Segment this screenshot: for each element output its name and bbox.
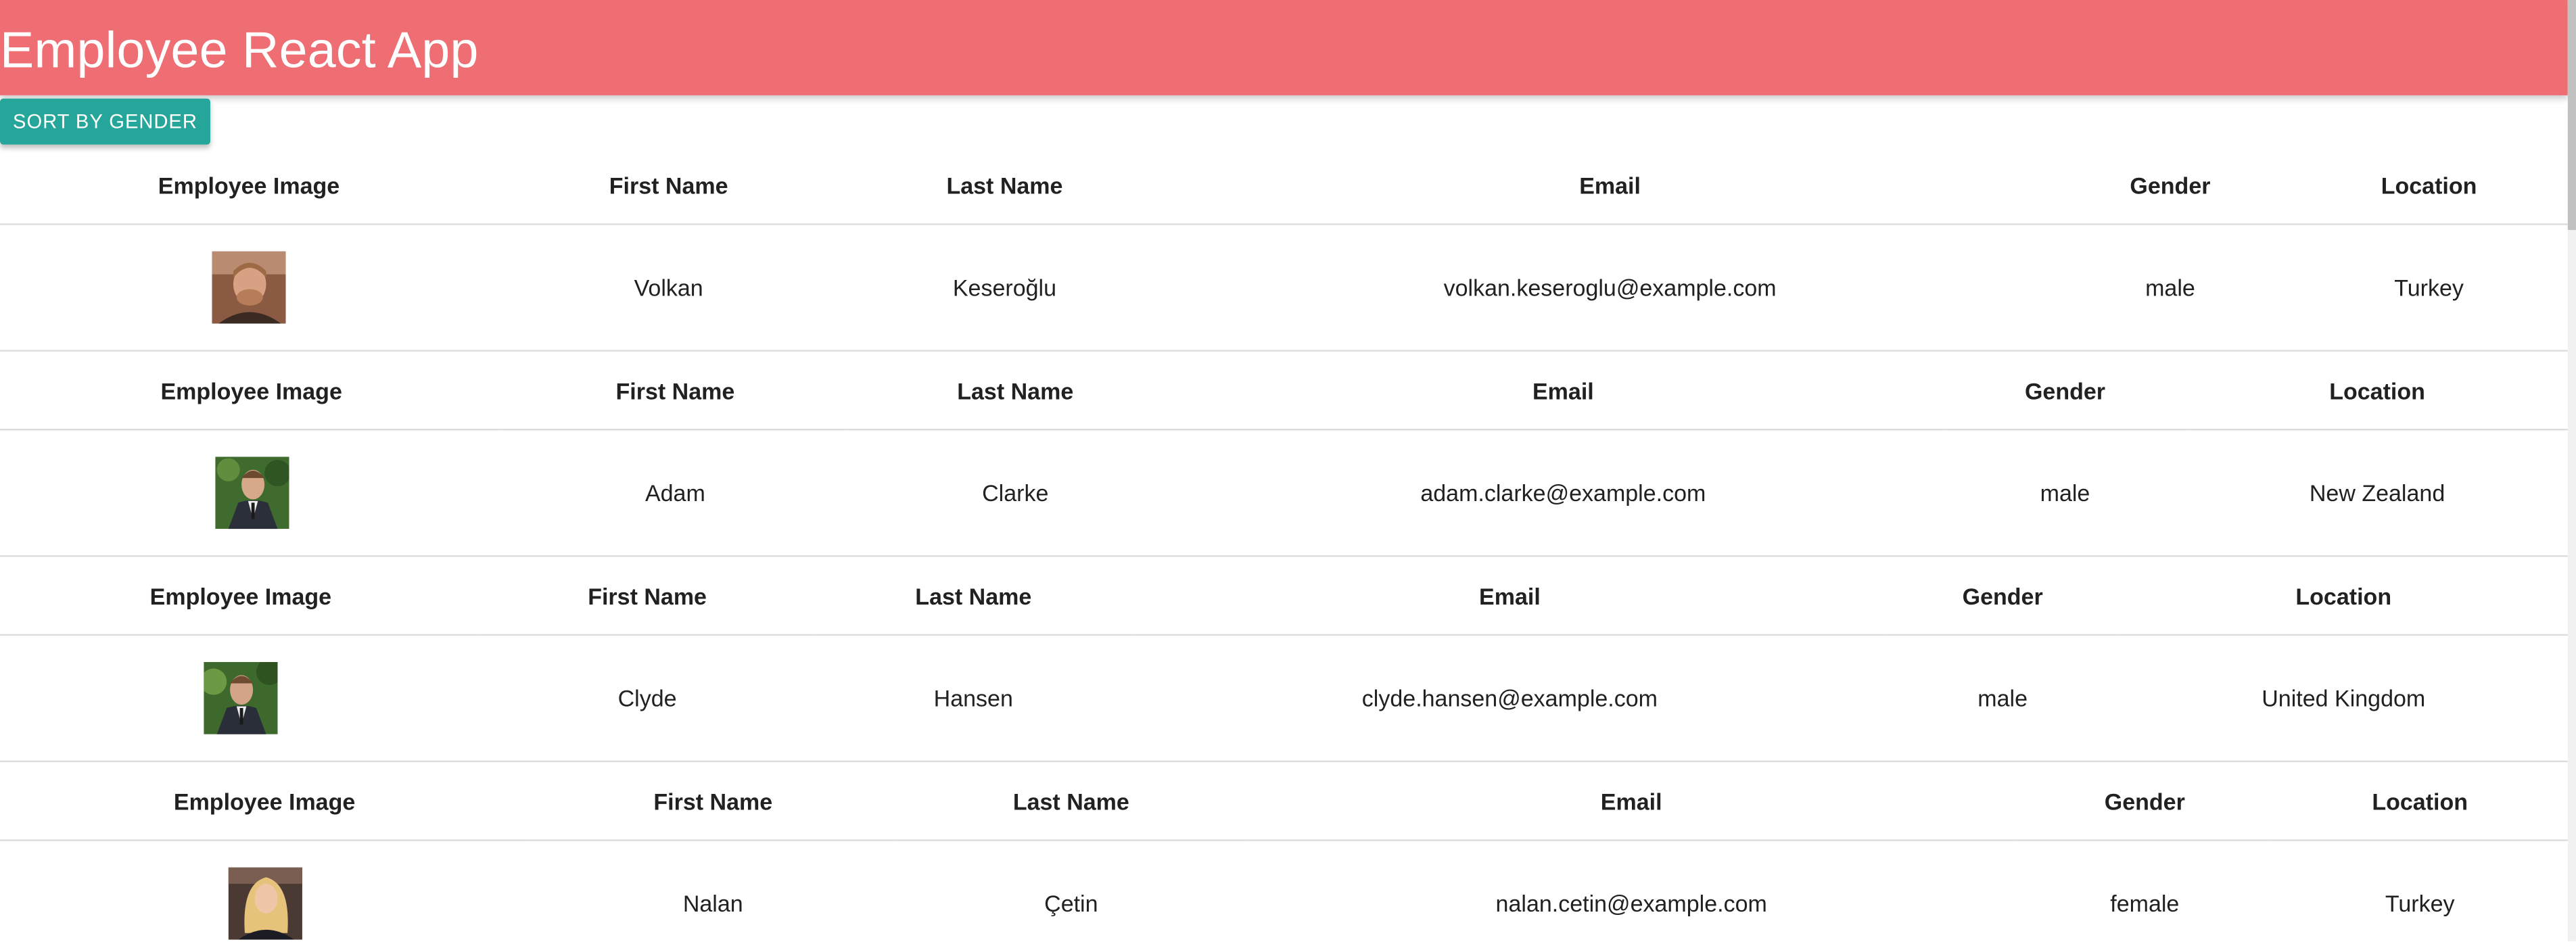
employee-image-cell	[0, 224, 498, 352]
column-header-location: Location	[2186, 351, 2568, 431]
employee-tables: Employee Image First Name Last Name Emai…	[0, 146, 2568, 941]
vertical-scrollbar[interactable]	[2567, 0, 2576, 941]
table-header-row: Employee Image First Name Last Name Emai…	[0, 557, 2568, 636]
employee-table: Employee Image First Name Last Name Emai…	[0, 557, 2568, 763]
first-name-cell: Nalan	[529, 840, 897, 941]
column-header-last-name: Last Name	[847, 351, 1184, 431]
column-header-location: Location	[2119, 557, 2568, 636]
avatar-icon	[204, 661, 278, 734]
gender-cell: male	[1943, 429, 2187, 557]
first-name-cell: Clyde	[481, 634, 814, 763]
column-header-location: Location	[2272, 762, 2568, 841]
column-header-image: Employee Image	[0, 351, 503, 431]
column-header-image: Employee Image	[0, 146, 498, 225]
column-header-gender: Gender	[2050, 146, 2291, 225]
table-header-row: Employee Image First Name Last Name Emai…	[0, 146, 2568, 225]
employee-image-cell	[0, 429, 503, 557]
first-name-cell: Volkan	[498, 224, 840, 352]
column-header-gender: Gender	[1886, 557, 2120, 636]
sort-by-gender-button[interactable]: SORT BY GENDER	[0, 98, 210, 145]
table-row: Clyde Hansen clyde.hansen@example.com ma…	[0, 634, 2568, 763]
table-header-row: Employee Image First Name Last Name Emai…	[0, 351, 2568, 431]
first-name-cell: Adam	[502, 429, 848, 557]
column-header-email: Email	[1133, 557, 1886, 636]
location-cell: Turkey	[2272, 840, 2568, 941]
email-cell: clyde.hansen@example.com	[1133, 634, 1886, 763]
employee-image-cell	[0, 634, 482, 763]
column-header-first-name: First Name	[502, 351, 848, 431]
column-header-last-name: Last Name	[897, 762, 1246, 841]
column-header-image: Employee Image	[0, 557, 482, 636]
employee-image-cell	[0, 840, 530, 941]
last-name-cell: Keseroğlu	[839, 224, 1170, 352]
last-name-cell: Clarke	[847, 429, 1184, 557]
avatar-icon	[227, 867, 302, 940]
employee-table: Employee Image First Name Last Name Emai…	[0, 762, 2568, 941]
column-header-gender: Gender	[2017, 762, 2272, 841]
column-header-first-name: First Name	[481, 557, 814, 636]
column-header-gender: Gender	[1943, 351, 2187, 431]
column-header-last-name: Last Name	[839, 146, 1170, 225]
gender-cell: male	[2050, 224, 2291, 352]
email-cell: nalan.cetin@example.com	[1245, 840, 2018, 941]
employee-table: Employee Image First Name Last Name Emai…	[0, 146, 2568, 352]
column-header-last-name: Last Name	[813, 557, 1134, 636]
location-cell: United Kingdom	[2119, 634, 2568, 763]
app-title: Employee React App	[0, 21, 479, 79]
location-cell: Turkey	[2290, 224, 2568, 352]
table-row: Volkan Keseroğlu volkan.keseroglu@exampl…	[0, 224, 2568, 352]
email-cell: volkan.keseroglu@example.com	[1169, 224, 2051, 352]
table-row: Nalan Çetin nalan.cetin@example.com fema…	[0, 840, 2568, 941]
email-cell: adam.clarke@example.com	[1183, 429, 1944, 557]
app-root: Employee React App SORT BY GENDER Employ…	[0, 0, 2576, 941]
table-header-row: Employee Image First Name Last Name Emai…	[0, 762, 2568, 841]
scrollbar-thumb[interactable]	[2567, 0, 2576, 231]
column-header-image: Employee Image	[0, 762, 530, 841]
column-header-first-name: First Name	[498, 146, 840, 225]
column-header-email: Email	[1183, 351, 1944, 431]
app-header: Employee React App	[0, 0, 2568, 95]
column-header-location: Location	[2290, 146, 2568, 225]
column-header-email: Email	[1245, 762, 2018, 841]
employee-table: Employee Image First Name Last Name Emai…	[0, 351, 2568, 557]
avatar-icon	[214, 456, 289, 529]
location-cell: New Zealand	[2186, 429, 2568, 557]
avatar-icon	[212, 251, 286, 324]
gender-cell: male	[1886, 634, 2120, 763]
gender-cell: female	[2017, 840, 2272, 941]
table-row: Adam Clarke adam.clarke@example.com male…	[0, 429, 2568, 557]
column-header-email: Email	[1169, 146, 2051, 225]
last-name-cell: Çetin	[897, 840, 1246, 941]
last-name-cell: Hansen	[813, 634, 1134, 763]
column-header-first-name: First Name	[529, 762, 897, 841]
